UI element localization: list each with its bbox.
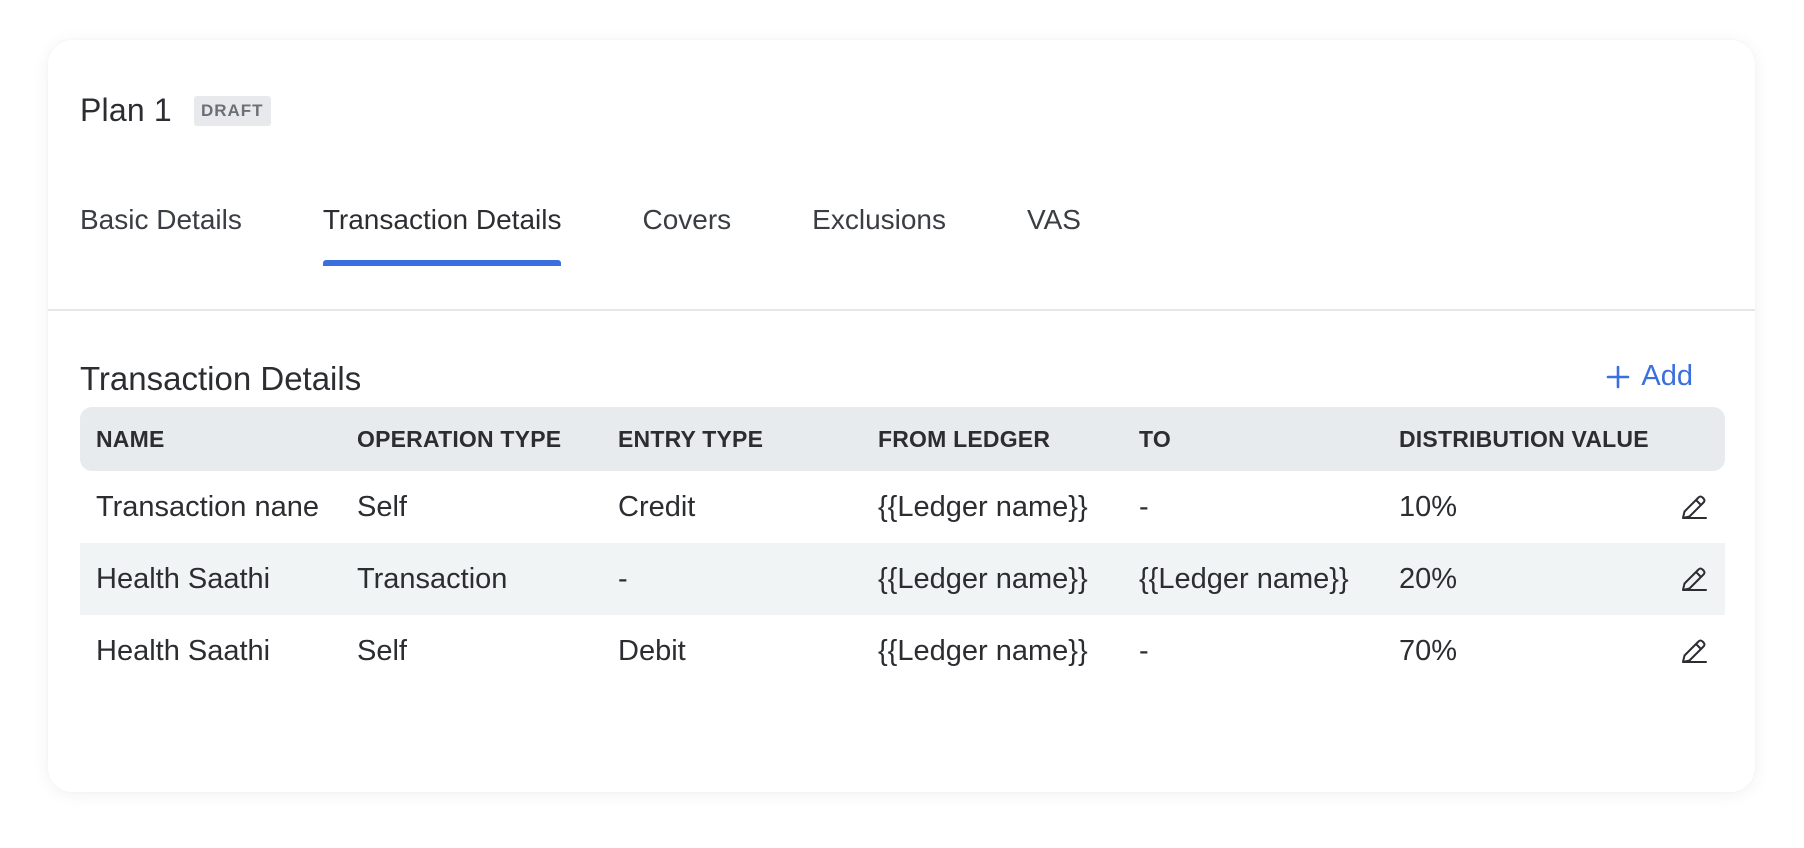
column-header-to: TO <box>1139 425 1171 452</box>
table-row: Health Saathi Transaction - {{Ledger nam… <box>80 543 1725 615</box>
add-transaction-button[interactable]: Add <box>1605 360 1693 393</box>
cell-entry-type: - <box>618 562 628 595</box>
cell-distribution-value: 20% <box>1399 562 1458 595</box>
cell-from-ledger: {{Ledger name}} <box>878 634 1088 667</box>
pencil-edit-icon[interactable] <box>1679 564 1709 594</box>
cell-from-ledger: {{Ledger name}} <box>878 490 1088 523</box>
plan-card: Plan 1 DRAFT Basic Details Transaction D… <box>48 40 1755 792</box>
tab-transaction-details[interactable]: Transaction Details <box>322 204 561 266</box>
pencil-edit-icon[interactable] <box>1679 636 1709 666</box>
cell-from-ledger: {{Ledger name}} <box>878 562 1088 595</box>
cell-operation-type: Self <box>357 490 407 523</box>
cell-name: Health Saathi <box>96 562 271 595</box>
tab-exclusions[interactable]: Exclusions <box>812 204 946 266</box>
pencil-edit-icon[interactable] <box>1679 492 1709 522</box>
cell-operation-type: Transaction <box>357 562 508 595</box>
cell-distribution-value: 70% <box>1399 634 1458 667</box>
column-header-entry-type: ENTRY TYPE <box>618 425 764 452</box>
column-header-distribution-value: DISTRIBUTION VALUE <box>1399 425 1649 452</box>
cell-to: {{Ledger name}} <box>1139 562 1349 595</box>
column-header-from-ledger: FROM LEDGER <box>878 425 1051 452</box>
cell-name: Transaction nane <box>96 490 320 523</box>
table-header: NAME OPERATION TYPE ENTRY TYPE FROM LEDG… <box>80 407 1725 471</box>
plus-icon <box>1607 365 1630 388</box>
tabs-divider <box>48 309 1755 311</box>
status-badge: DRAFT <box>193 95 271 126</box>
plan-title: Plan 1 <box>80 92 172 128</box>
column-header-operation-type: OPERATION TYPE <box>357 425 562 452</box>
tab-vas[interactable]: VAS <box>1027 204 1081 266</box>
plan-header: Plan 1 DRAFT <box>80 92 271 129</box>
cell-name: Health Saathi <box>96 634 271 667</box>
column-header-name: NAME <box>96 425 165 452</box>
add-button-label: Add <box>1641 360 1693 392</box>
section-title: Transaction Details <box>80 360 362 397</box>
cell-to: - <box>1139 490 1149 523</box>
cell-entry-type: Debit <box>618 634 686 667</box>
cell-distribution-value: 10% <box>1399 490 1458 523</box>
tab-covers[interactable]: Covers <box>642 204 731 266</box>
table-row: Transaction nane Self Credit {{Ledger na… <box>80 471 1725 543</box>
table-row: Health Saathi Self Debit {{Ledger name}}… <box>80 615 1725 687</box>
cell-to: - <box>1139 634 1149 667</box>
tab-basic-details[interactable]: Basic Details <box>80 204 242 266</box>
cell-entry-type: Credit <box>618 490 696 523</box>
tab-bar: Basic Details Transaction Details Covers… <box>80 204 1162 266</box>
transaction-table: NAME OPERATION TYPE ENTRY TYPE FROM LEDG… <box>80 407 1725 687</box>
cell-operation-type: Self <box>357 634 407 667</box>
